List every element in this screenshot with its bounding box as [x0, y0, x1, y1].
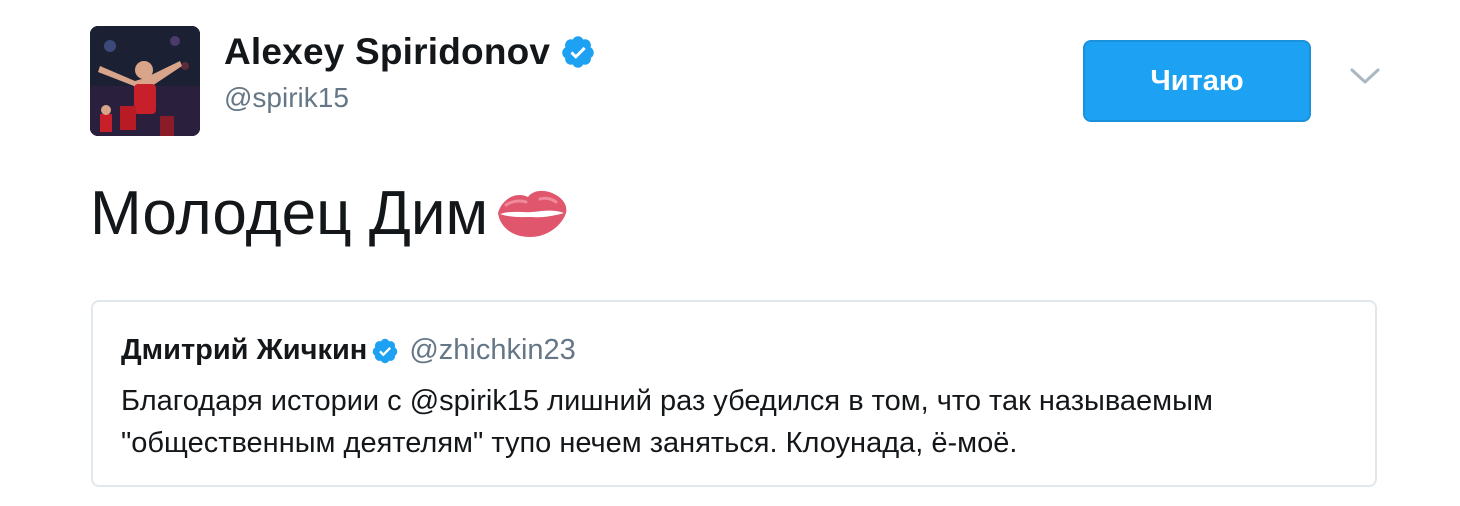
author-display-name[interactable]: Alexey Spiridonov — [224, 31, 550, 73]
tweet-text: Молодец Дим — [90, 178, 570, 249]
quoted-author-name: Дмитрий Жичкин — [121, 334, 368, 366]
quoted-tweet-text: Благодаря истории с @spirik15 лишний раз… — [121, 385, 1213, 459]
quoted-tweet-header: Дмитрий Жичкин @zhichkin23 — [121, 334, 576, 367]
author-handle[interactable]: @spirik15 — [224, 82, 596, 114]
quoted-tweet[interactable]: Дмитрий Жичкин @zhichkin23 Благодаря ист… — [91, 300, 1377, 487]
follow-button[interactable]: Читаю — [1083, 40, 1311, 122]
tweet-text-content: Молодец Дим — [90, 179, 489, 248]
display-name-row: Alexey Spiridonov — [224, 30, 596, 74]
avatar[interactable] — [90, 26, 200, 136]
chevron-down-icon[interactable] — [1348, 62, 1382, 90]
quoted-author-handle: @zhichkin23 — [409, 334, 576, 366]
verified-badge-icon — [562, 36, 594, 68]
tweet: Alexey Spiridonov @spirik15 Читаю Молоде… — [0, 0, 1460, 506]
author-info: Alexey Spiridonov @spirik15 — [224, 30, 596, 114]
kiss-mark-icon — [498, 190, 567, 237]
avatar-photo — [90, 26, 200, 136]
verified-badge-icon — [373, 338, 398, 363]
